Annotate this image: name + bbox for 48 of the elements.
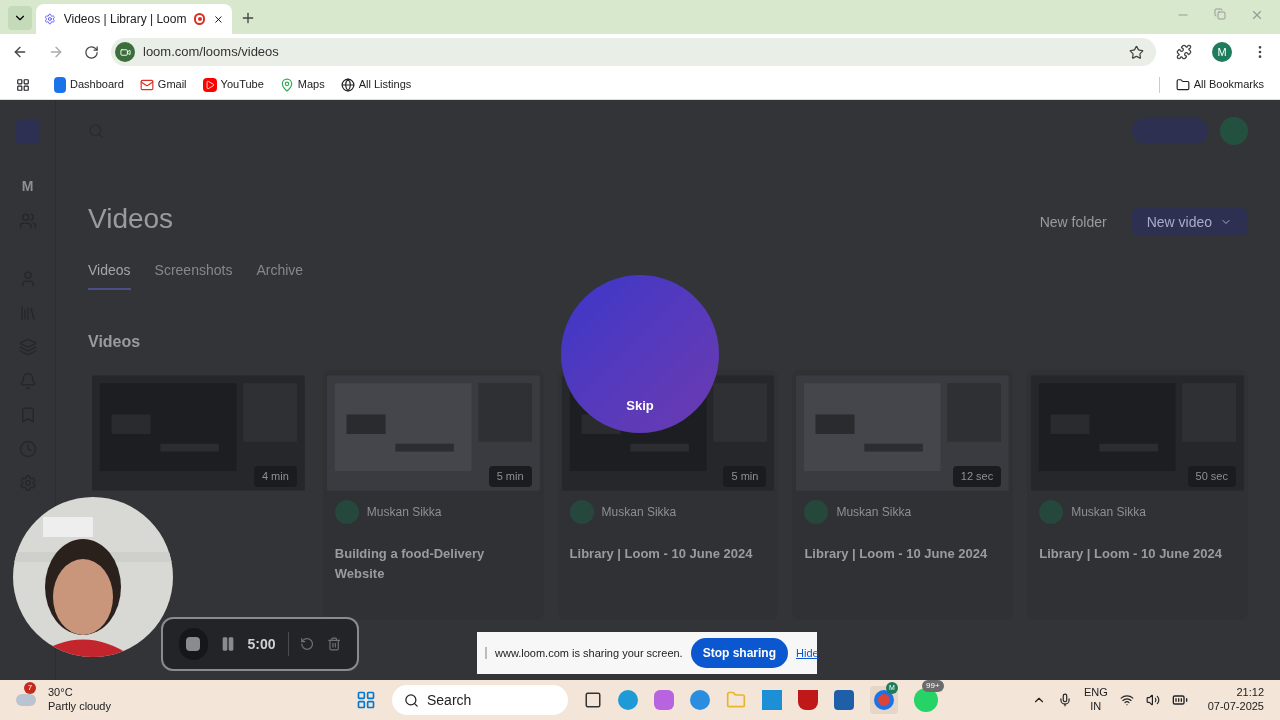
video-title: Library | Loom - 10 June 2024	[568, 545, 754, 563]
duration-badge: 4 min	[253, 466, 297, 487]
duration-badge: 50 sec	[1187, 466, 1236, 487]
video-card[interactable]: 50 sec Muskan Sikka Library | Loom - 10 June 2024	[1027, 370, 1248, 620]
weather-text: Partly cloudy	[48, 700, 111, 714]
duration-badge: 5 min	[488, 466, 532, 487]
sharing-message: www.loom.com is sharing your screen.	[495, 645, 683, 661]
bookmark-link[interactable]: Maps	[279, 76, 325, 93]
video-card[interactable]: 12 sec Muskan Sikka Library | Loom - 10 June 2024	[792, 370, 1014, 620]
bookmark-link[interactable]: YouTube	[202, 76, 264, 93]
profile-avatar[interactable]: M	[1212, 42, 1232, 62]
video-title: Library | Loom - 10 June 2024	[803, 545, 989, 563]
video-card[interactable]: 5 min Muskan Sikka Building a food-Delivery Website	[322, 370, 544, 620]
browser-tab[interactable]: Videos | Library | Loom	[36, 4, 232, 34]
page-tab[interactable]: Screenshots	[154, 260, 233, 290]
author-name: Muskan Sikka	[1071, 504, 1146, 520]
taskbar-search[interactable]: Search	[392, 685, 568, 715]
notification-badge: 7	[24, 682, 36, 694]
bookmarks-folder[interactable]: All Bookmarks	[1175, 76, 1264, 93]
url-text: loom.com/looms/videos	[143, 43, 280, 62]
section-heading: Videos	[88, 332, 142, 352]
clock-time: 21:12	[1236, 686, 1264, 700]
duration-badge: 12 sec	[952, 466, 1002, 487]
page-tab[interactable]: Videos	[88, 260, 131, 290]
video-title: Library | Loom - 10 June 2024	[1038, 545, 1223, 563]
author-name: Muskan Sikka	[836, 504, 912, 520]
workspace-avatar[interactable]: M	[21, 176, 34, 196]
address-bar[interactable]: loom.com/looms/videos	[111, 38, 1156, 66]
bookmark-link[interactable]: Gmail	[139, 76, 187, 93]
page-tab[interactable]: Archive	[256, 260, 304, 290]
page-title: Videos	[88, 202, 174, 236]
language-text: ENG	[1083, 686, 1108, 700]
bookmark-link[interactable]: Dashboard	[54, 76, 124, 93]
video-title: Building a food-Delivery Website	[333, 545, 486, 583]
new-folder-button[interactable]: New folder	[1039, 212, 1107, 232]
new-video-button[interactable]: New video	[1130, 208, 1248, 236]
temperature: 30°C	[48, 686, 74, 700]
clock-date: 07-07-2025	[1207, 700, 1264, 714]
timer-text: 5:00	[247, 635, 276, 654]
author-name: Muskan Sikka	[601, 504, 677, 520]
region-text: IN	[1090, 700, 1102, 714]
bookmark-link[interactable]: All Listings	[340, 76, 412, 93]
tab-title: Videos | Library | Loom	[63, 11, 187, 27]
notification-badge: 99+	[922, 680, 944, 692]
skip-button[interactable]: Skip	[561, 275, 719, 433]
duration-badge: 5 min	[723, 466, 767, 487]
author-name: Muskan Sikka	[366, 504, 442, 520]
stop-sharing-button[interactable]: Stop sharing	[690, 638, 789, 668]
